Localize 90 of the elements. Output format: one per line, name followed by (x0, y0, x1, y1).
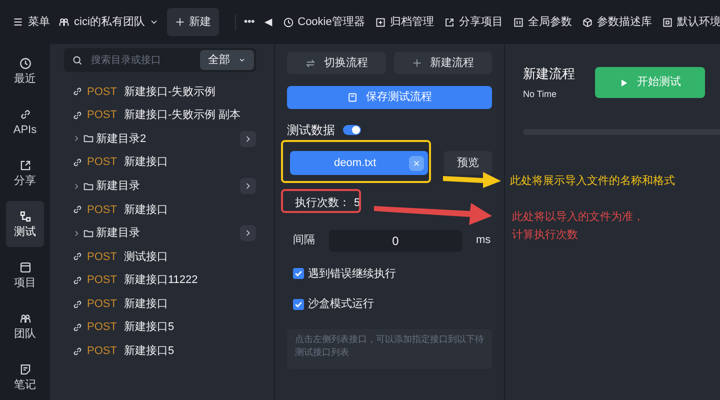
interval-input[interactable]: 0 (329, 230, 462, 252)
preview-button[interactable]: 预览 (444, 151, 492, 175)
api-item[interactable]: POST 新建接口 (64, 292, 256, 316)
window-icon (18, 261, 32, 274)
share-icon (18, 158, 32, 172)
plus-icon (174, 17, 185, 27)
close-icon (412, 158, 421, 168)
folder-icon (83, 228, 94, 239)
toolbar-button[interactable]: 归档管理 (374, 14, 434, 30)
play-icon (619, 78, 629, 88)
api-item[interactable]: POST 新建接口 (64, 150, 256, 174)
link-icon (72, 298, 83, 310)
api-item[interactable]: POST 测试接口 (64, 245, 256, 269)
expand-button[interactable] (240, 130, 256, 147)
expand-button[interactable] (240, 178, 256, 194)
folder-item[interactable]: 新建目录 (64, 222, 256, 246)
new-flow-button[interactable]: 新建流程 (394, 52, 492, 74)
team-icon (58, 16, 70, 28)
interval-unit: ms (476, 233, 491, 248)
folder-item[interactable]: 新建目录 (64, 174, 256, 198)
more-button[interactable]: ••• (244, 14, 255, 30)
link-icon (72, 86, 83, 98)
flow-icon (18, 210, 32, 223)
interface-list-field[interactable]: 点击左侧列表接口，可以添加指定接口到以下待测试接口列表 (287, 328, 492, 368)
save-icon (347, 92, 358, 103)
team-dropdown[interactable]: cici的私有团队 (58, 14, 159, 30)
chevron-down-icon (238, 56, 246, 64)
link-icon (72, 322, 83, 334)
toolbar-button[interactable]: 参数描述库 (582, 14, 652, 30)
option-checkbox[interactable]: 遇到错误继续执行 (287, 266, 492, 282)
nav-item[interactable]: 项目 (6, 252, 44, 298)
environment-icon (662, 16, 673, 28)
arrow-icon (443, 170, 501, 190)
archive-icon (374, 16, 386, 28)
team-icon (18, 312, 32, 326)
toolbar-button[interactable]: Cookie管理器 (282, 14, 365, 30)
cube-icon (582, 16, 593, 28)
file-chip[interactable]: deom.txt (290, 151, 428, 175)
nav-item[interactable]: 测试 (6, 201, 44, 247)
flow-title: 新建流程 (523, 65, 575, 83)
nav-item[interactable]: 团队 (6, 304, 44, 349)
save-flow-button[interactable]: 保存测试流程 (287, 86, 492, 109)
link-icon (18, 108, 32, 121)
api-item[interactable]: POST 新建接口11222 (64, 268, 256, 292)
nav-item[interactable]: APIs (6, 99, 44, 144)
search-icon (72, 54, 83, 66)
search-field[interactable]: 搜索目录或接口 全部 (64, 48, 256, 72)
plus-icon (412, 58, 422, 68)
annotation-text: 此处将以导入的文件为准，计算执行次数 (512, 210, 645, 243)
clock-icon (282, 16, 294, 28)
option-checkbox[interactable]: 沙盒模式运行 (287, 296, 492, 312)
count-label: 执行次数： (295, 196, 350, 211)
link-icon (72, 346, 83, 357)
api-item[interactable]: POST 新建接口 (64, 198, 256, 222)
new-button[interactable]: 新建 (166, 8, 219, 36)
folder-icon (83, 133, 94, 144)
link-icon (72, 110, 83, 121)
menu-icon (12, 16, 24, 28)
folder-item[interactable]: 新建目录2 (64, 127, 256, 151)
remove-file-button[interactable] (409, 156, 424, 170)
note-icon (18, 363, 32, 376)
swap-icon (304, 58, 316, 68)
link-icon (72, 275, 83, 286)
folder-icon (83, 180, 94, 192)
api-item[interactable]: POST 新建接口-失败示例 (64, 80, 256, 104)
annotation-text: 此处将展示导入文件的名称和格式 (510, 174, 675, 189)
switch-flow-button[interactable]: 切换流程 (287, 52, 386, 74)
test-data-label: 测试数据 (287, 122, 335, 139)
toolbar-button[interactable]: 分享项目 (444, 14, 503, 30)
test-data-toggle[interactable] (343, 125, 361, 135)
interval-label: 间隔 (293, 233, 315, 248)
toolbar-button[interactable]: 全局参数 (512, 14, 572, 30)
back-button[interactable]: ◀ (264, 14, 273, 30)
link-icon (72, 251, 83, 262)
params-icon (512, 16, 524, 28)
nav-item[interactable]: 最近 (6, 48, 44, 94)
menu-button[interactable]: 菜单 (12, 14, 50, 30)
api-item[interactable]: POST 新建接口-失败示例 副本 (64, 104, 256, 128)
link-icon (72, 157, 83, 168)
clock-icon (18, 56, 32, 70)
filter-dropdown[interactable]: 全部 (200, 50, 254, 70)
share-icon (444, 16, 455, 28)
flow-time: No Time (523, 88, 558, 100)
api-item[interactable]: POST 新建接口5 (64, 340, 256, 364)
arrow-icon (374, 200, 492, 226)
api-item[interactable]: POST 新建接口5 (64, 316, 256, 340)
nav-item[interactable]: 分享 (6, 150, 44, 196)
nav-item[interactable]: 笔记 (6, 354, 44, 400)
expand-button[interactable] (240, 225, 256, 242)
link-icon (72, 204, 83, 216)
